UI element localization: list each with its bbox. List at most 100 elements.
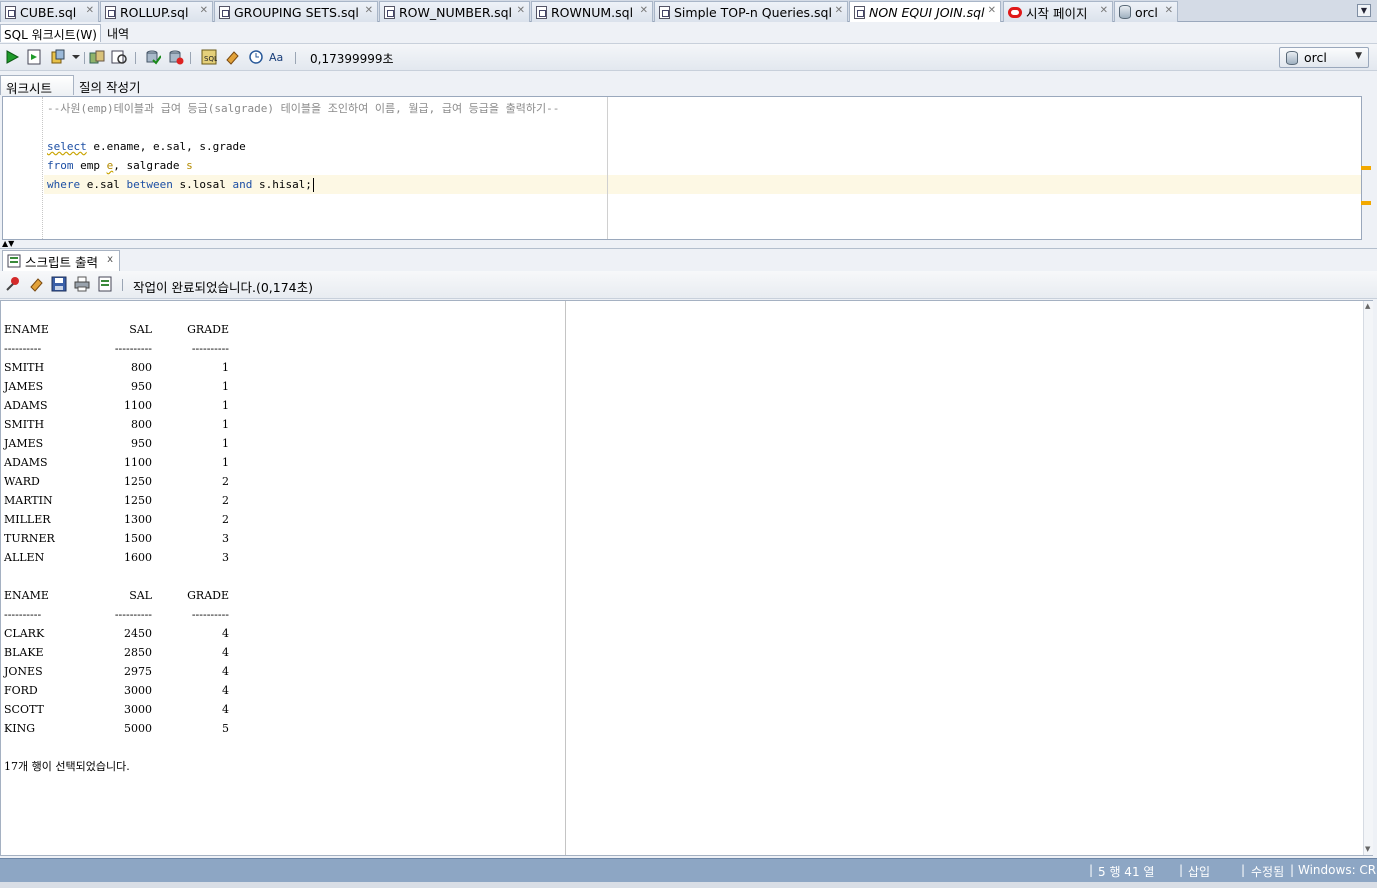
explain-plan-icon[interactable] <box>88 48 106 66</box>
right-margin-guide <box>607 97 608 239</box>
close-icon[interactable]: ✕ <box>640 5 648 16</box>
tab-grouping-sets-sql[interactable]: GROUPING SETS.sql ✕ <box>214 1 378 22</box>
result-cell: BLAKE <box>4 646 44 659</box>
result-row: MILLER 1300 2 <box>4 510 244 529</box>
result-cell: ---------- <box>4 608 42 621</box>
close-icon[interactable]: ✕ <box>835 5 843 16</box>
clear-eraser-icon[interactable] <box>223 48 241 66</box>
sql-file-icon <box>384 5 395 19</box>
sql-editor[interactable]: --사원(emp)테이블과 급여 등급(salgrade) 테이블을 조인하여 … <box>2 96 1362 240</box>
result-cell: KING <box>4 722 35 735</box>
code-line-select: select e.ename, e.sal, s.grade <box>47 140 246 153</box>
tab-orcl[interactable]: orcl ✕ <box>1114 1 1178 22</box>
sql-developer-window: CUBE.sql ✕ ROLLUP.sql ✕ GROUPING SETS.sq… <box>0 0 1377 888</box>
result-cell: WARD <box>4 475 40 488</box>
chevron-down-icon: ▼ <box>1355 51 1362 61</box>
sql-tuning-advisor-icon[interactable] <box>110 48 128 66</box>
result-cell: ADAMS <box>4 456 48 469</box>
result-cell: 3000 <box>124 684 152 697</box>
result-cell: MARTIN <box>4 494 53 507</box>
warning-marker[interactable] <box>1361 201 1371 205</box>
splitter-arrows-icon[interactable]: ▲▼ <box>2 240 32 248</box>
tab-cube-sql[interactable]: CUBE.sql ✕ <box>0 1 99 22</box>
result-cell: 2 <box>222 494 229 507</box>
output-tab-strip: 스크립트 출력 x <box>0 248 1377 271</box>
result-cell: JONES <box>4 665 43 678</box>
tab-list-dropdown-icon[interactable]: ▼ <box>1357 4 1371 17</box>
run-script-icon[interactable] <box>25 48 43 66</box>
autotrace-icon[interactable] <box>49 48 67 66</box>
tab-script-output[interactable]: 스크립트 출력 x <box>2 250 120 271</box>
result-cell: 1250 <box>124 475 152 488</box>
result-cell: 1 <box>222 361 229 374</box>
unshared-sql-worksheet-icon[interactable]: SQL <box>200 48 218 66</box>
result-header-row: ENAME SAL GRADE <box>4 586 244 605</box>
tab-rownum-sql[interactable]: ROWNUM.sql ✕ <box>531 1 653 22</box>
blank-row <box>4 738 244 757</box>
close-icon[interactable]: x <box>107 254 113 265</box>
result-cell: ALLEN <box>4 551 45 564</box>
result-cell: GRADE <box>187 323 229 336</box>
result-cell: ---------- <box>114 608 152 621</box>
print-icon[interactable] <box>73 275 91 293</box>
close-icon[interactable]: ✕ <box>988 5 996 16</box>
clear-eraser-icon[interactable] <box>27 275 45 293</box>
pin-icon[interactable] <box>4 275 22 293</box>
result-cell: 2975 <box>124 665 152 678</box>
close-icon[interactable]: ✕ <box>1100 5 1108 16</box>
commit-icon[interactable] <box>144 48 162 66</box>
result-cell: JAMES <box>4 380 44 393</box>
rollback-icon[interactable] <box>167 48 185 66</box>
sql-history-icon[interactable] <box>246 48 264 66</box>
close-icon[interactable]: ✕ <box>200 5 208 16</box>
result-row: SMITH 800 1 <box>4 415 244 434</box>
result-cell: SAL <box>129 589 152 602</box>
result-row: WARD 1250 2 <box>4 472 244 491</box>
worksheet-subtabs: SQL 워크시트(W) 내역 <box>0 22 1377 42</box>
result-cell: 1600 <box>124 551 152 564</box>
to-upper-lower-case-icon[interactable]: Aa <box>269 48 287 66</box>
result-cell: 4 <box>222 627 229 640</box>
chevron-down-icon[interactable] <box>70 48 82 66</box>
result-cell: 4 <box>222 646 229 659</box>
tab-start-page[interactable]: 시작 페이지 ✕ <box>1003 1 1113 22</box>
result-row: BLAKE 2850 4 <box>4 643 244 662</box>
result-cell: ---------- <box>191 342 229 355</box>
warning-marker[interactable] <box>1361 166 1371 170</box>
tab-sql-worksheet[interactable]: SQL 워크시트(W) <box>0 24 101 42</box>
close-icon[interactable]: ✕ <box>86 5 94 16</box>
close-icon[interactable]: ✕ <box>365 5 373 16</box>
result-separator-row: ---------- ---------- ---------- <box>4 605 244 624</box>
result-cell: 3000 <box>124 703 152 716</box>
text-caret <box>312 178 314 192</box>
vertical-scrollbar[interactable]: ▲ ▼ <box>1363 301 1373 855</box>
result-row: KING 5000 5 <box>4 719 244 738</box>
save-icon[interactable] <box>50 275 68 293</box>
tab-worksheet[interactable]: 워크시트 <box>0 75 74 96</box>
close-icon[interactable]: ✕ <box>517 5 525 16</box>
worksheet-toolbar: SQL Aa 0,17399999초 orcl ▼ <box>0 43 1377 71</box>
result-header-row: ENAME SAL GRADE <box>4 320 244 339</box>
result-cell: 1100 <box>124 456 152 469</box>
output-split-divider <box>565 301 566 855</box>
run-statement-icon[interactable] <box>3 48 21 66</box>
tab-row-number-sql[interactable]: ROW_NUMBER.sql ✕ <box>379 1 530 22</box>
sql-file-icon <box>659 5 670 19</box>
scroll-up-icon[interactable]: ▲ <box>1365 302 1370 310</box>
script-output-area[interactable]: ENAME SAL GRADE ---------- ---------- -------… <box>0 300 1373 856</box>
tab-history[interactable]: 내역 <box>104 24 132 42</box>
result-cell: 5 <box>222 722 229 735</box>
scroll-down-icon[interactable]: ▼ <box>1365 845 1370 853</box>
close-icon[interactable]: ✕ <box>1165 5 1173 16</box>
result-cell: 4 <box>222 684 229 697</box>
tab-simple-top-n-queries-sql[interactable]: Simple TOP-n Queries.sql ✕ <box>654 1 848 22</box>
result-row: JONES 2975 4 <box>4 662 244 681</box>
result-row: JAMES 950 1 <box>4 434 244 453</box>
tab-non-equi-join-sql[interactable]: NON EQUI JOIN.sql ✕ <box>849 1 1001 22</box>
tab-query-builder[interactable]: 질의 작성기 <box>74 75 145 95</box>
script-output-icon[interactable] <box>96 275 114 293</box>
tab-rollup-sql[interactable]: ROLLUP.sql ✕ <box>100 1 213 22</box>
connection-selector[interactable]: orcl ▼ <box>1279 47 1369 68</box>
tab-label: Simple TOP-n Queries.sql <box>674 4 832 20</box>
result-cell: ---------- <box>4 342 42 355</box>
